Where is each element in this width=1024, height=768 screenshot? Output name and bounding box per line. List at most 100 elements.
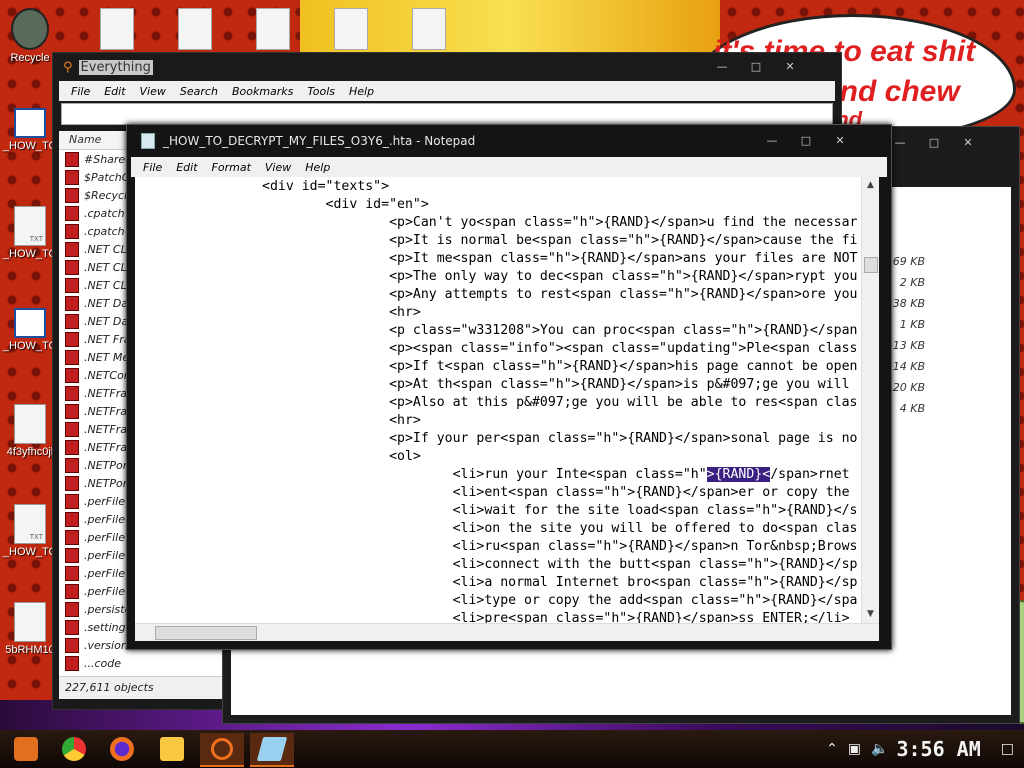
folder-icon bbox=[65, 367, 79, 383]
close-button[interactable]: ✕ bbox=[823, 133, 857, 151]
folder-icon bbox=[65, 493, 79, 509]
desktop-file-icon[interactable] bbox=[256, 8, 290, 50]
file-name: ...code bbox=[84, 656, 122, 670]
system-tray: ⌃ ▣ 🔈 3:56 AM □ bbox=[826, 730, 1024, 768]
editor-line-text: <li>run your Inte<span class="h" bbox=[135, 467, 707, 482]
editor-line-text: <p>It me<span class="h">{RAND}</span>ans… bbox=[135, 251, 858, 266]
clock[interactable]: 3:56 AM bbox=[896, 737, 980, 761]
editor-line: <p>Can't yo<span class="h">{RAND}</span>… bbox=[135, 214, 868, 232]
desktop-icon-txt[interactable]: TXT _HOW_TO bbox=[0, 504, 60, 558]
editor-line-text: <p>If t<span class="h">{RAND}</span>his … bbox=[135, 359, 858, 374]
maximize-button[interactable]: □ bbox=[917, 135, 951, 153]
editor-line-text: <li>wait for the site load<span class="h… bbox=[135, 503, 858, 518]
desktop-file-icon[interactable] bbox=[412, 8, 446, 50]
menu-bookmarks[interactable]: Bookmarks bbox=[232, 85, 293, 98]
recycle-bin-icon bbox=[11, 8, 49, 50]
minimize-button[interactable]: — bbox=[755, 133, 789, 151]
taskbar-chrome[interactable] bbox=[52, 733, 96, 765]
editor-line-text: <p>If your per<span class="h">{RAND}</sp… bbox=[135, 431, 858, 446]
firefox-icon bbox=[110, 737, 134, 761]
menu-format[interactable]: Format bbox=[212, 161, 251, 174]
desktop-file-icon[interactable] bbox=[334, 8, 368, 50]
horizontal-scrollbar[interactable] bbox=[135, 623, 879, 641]
folder-icon bbox=[65, 655, 79, 671]
menu-edit[interactable]: Edit bbox=[176, 161, 197, 174]
notifications-icon[interactable]: □ bbox=[1001, 741, 1014, 757]
folder-icon bbox=[65, 151, 79, 167]
scroll-thumb[interactable] bbox=[155, 626, 257, 640]
editor-line-text: <li>a normal Internet bro<span class="h"… bbox=[135, 575, 858, 590]
editor-text[interactable]: <div id="texts"> <div id="en"> <p>Can't … bbox=[135, 177, 868, 623]
desktop-icon-file[interactable]: 4f3yfhc0jl bbox=[0, 404, 60, 458]
desktop-icon-label: _HOW_TO bbox=[2, 140, 58, 152]
file-name: .cpatch bbox=[84, 224, 125, 238]
search-input[interactable] bbox=[61, 103, 833, 125]
desktop-icon-hta[interactable]: _HOW_TO bbox=[0, 108, 60, 152]
network-icon[interactable]: ▣ bbox=[848, 741, 861, 757]
minimize-button[interactable]: — bbox=[705, 59, 739, 77]
editor-line: <p>If t<span class="h">{RAND}</span>his … bbox=[135, 358, 868, 376]
text-selection[interactable]: >{RAND}< bbox=[706, 467, 771, 482]
editor-line: <li>ru<span class="h">{RAND}</span>n Tor… bbox=[135, 538, 868, 556]
menu-edit[interactable]: Edit bbox=[104, 85, 125, 98]
editor-line: <ol> bbox=[135, 448, 868, 466]
menu-view[interactable]: View bbox=[140, 85, 166, 98]
vertical-scrollbar[interactable]: ▲ ▼ bbox=[861, 177, 879, 623]
menu-view[interactable]: View bbox=[265, 161, 291, 174]
editor-line: <div id="texts"> bbox=[135, 178, 868, 196]
menu-bar: File Edit Format View Help bbox=[131, 157, 887, 177]
editor-line-text: <ol> bbox=[135, 449, 421, 464]
window-controls: — □ ✕ bbox=[705, 59, 807, 77]
bubble-line-2: and chew bbox=[823, 75, 960, 108]
editor-line-text: <li>ent<span class="h">{RAND}</span>er o… bbox=[135, 485, 858, 500]
notepad-icon bbox=[141, 133, 155, 149]
menu-help[interactable]: Help bbox=[305, 161, 330, 174]
start-button[interactable] bbox=[4, 733, 48, 765]
maximize-button[interactable]: □ bbox=[789, 133, 823, 151]
editor-line-text: <p>It is normal be<span class="h">{RAND}… bbox=[135, 233, 858, 248]
scroll-down-arrow-icon[interactable]: ▼ bbox=[862, 606, 879, 623]
editor-line: <p>Any attempts to rest<span class="h">{… bbox=[135, 286, 868, 304]
desktop-icon-label: 5bRHM10 bbox=[5, 644, 55, 656]
desktop-icon-txt[interactable]: TXT _HOW_TO bbox=[0, 206, 60, 260]
desktop-file-icon[interactable] bbox=[100, 8, 134, 50]
menu-tools[interactable]: Tools bbox=[307, 85, 335, 98]
desktop-icon-label: Recycle bbox=[10, 52, 50, 64]
close-button[interactable]: ✕ bbox=[951, 135, 985, 153]
txt-badge: TXT bbox=[29, 534, 43, 541]
window-controls: — □ ✕ bbox=[755, 133, 857, 151]
folder-icon bbox=[65, 583, 79, 599]
menu-help[interactable]: Help bbox=[349, 85, 374, 98]
menu-file[interactable]: File bbox=[143, 161, 162, 174]
editor-line-text: <p>At th<span class="h">{RAND}</span>is … bbox=[135, 377, 850, 392]
editor-line: <p><span class="info"><span class="updat… bbox=[135, 340, 868, 358]
taskbar-everything[interactable] bbox=[200, 733, 244, 767]
text-editor[interactable]: <div id="texts"> <div id="en"> <p>Can't … bbox=[135, 177, 879, 623]
editor-line: <hr> bbox=[135, 304, 868, 322]
desktop-icon-hta[interactable]: _HOW_TO bbox=[0, 308, 60, 352]
taskbar-file-explorer[interactable] bbox=[150, 733, 194, 765]
menu-search[interactable]: Search bbox=[180, 85, 218, 98]
taskbar-notepad[interactable] bbox=[250, 733, 294, 767]
editor-line-text: <li>on the site you will be offered to d… bbox=[135, 521, 858, 536]
close-button[interactable]: ✕ bbox=[773, 59, 807, 77]
volume-icon[interactable]: 🔈 bbox=[871, 741, 888, 757]
magnifier-icon: ⚲ bbox=[63, 59, 73, 75]
desktop-file-icon[interactable] bbox=[178, 8, 212, 50]
editor-line: <li>pre<span class="h">{RAND}</span>ss E… bbox=[135, 610, 868, 623]
desktop-icon-file[interactable]: 5bRHM10 bbox=[0, 602, 60, 656]
scroll-thumb[interactable] bbox=[864, 257, 878, 273]
show-hidden-icons-chevron-icon[interactable]: ⌃ bbox=[826, 741, 838, 757]
editor-line: <p>It me<span class="h">{RAND}</span>ans… bbox=[135, 250, 868, 268]
menu-file[interactable]: File bbox=[71, 85, 90, 98]
folder-icon bbox=[65, 241, 79, 257]
folder-icon bbox=[65, 331, 79, 347]
magnifier-icon bbox=[211, 738, 233, 760]
maximize-button[interactable]: □ bbox=[739, 59, 773, 77]
desktop-icon-recycle-bin[interactable]: Recycle bbox=[0, 8, 60, 64]
editor-line-text: <li>ru<span class="h">{RAND}</span>n Tor… bbox=[135, 539, 858, 554]
folder-icon bbox=[65, 295, 79, 311]
taskbar-firefox[interactable] bbox=[100, 733, 144, 765]
editor-line: <li>wait for the site load<span class="h… bbox=[135, 502, 868, 520]
scroll-up-arrow-icon[interactable]: ▲ bbox=[862, 177, 879, 194]
